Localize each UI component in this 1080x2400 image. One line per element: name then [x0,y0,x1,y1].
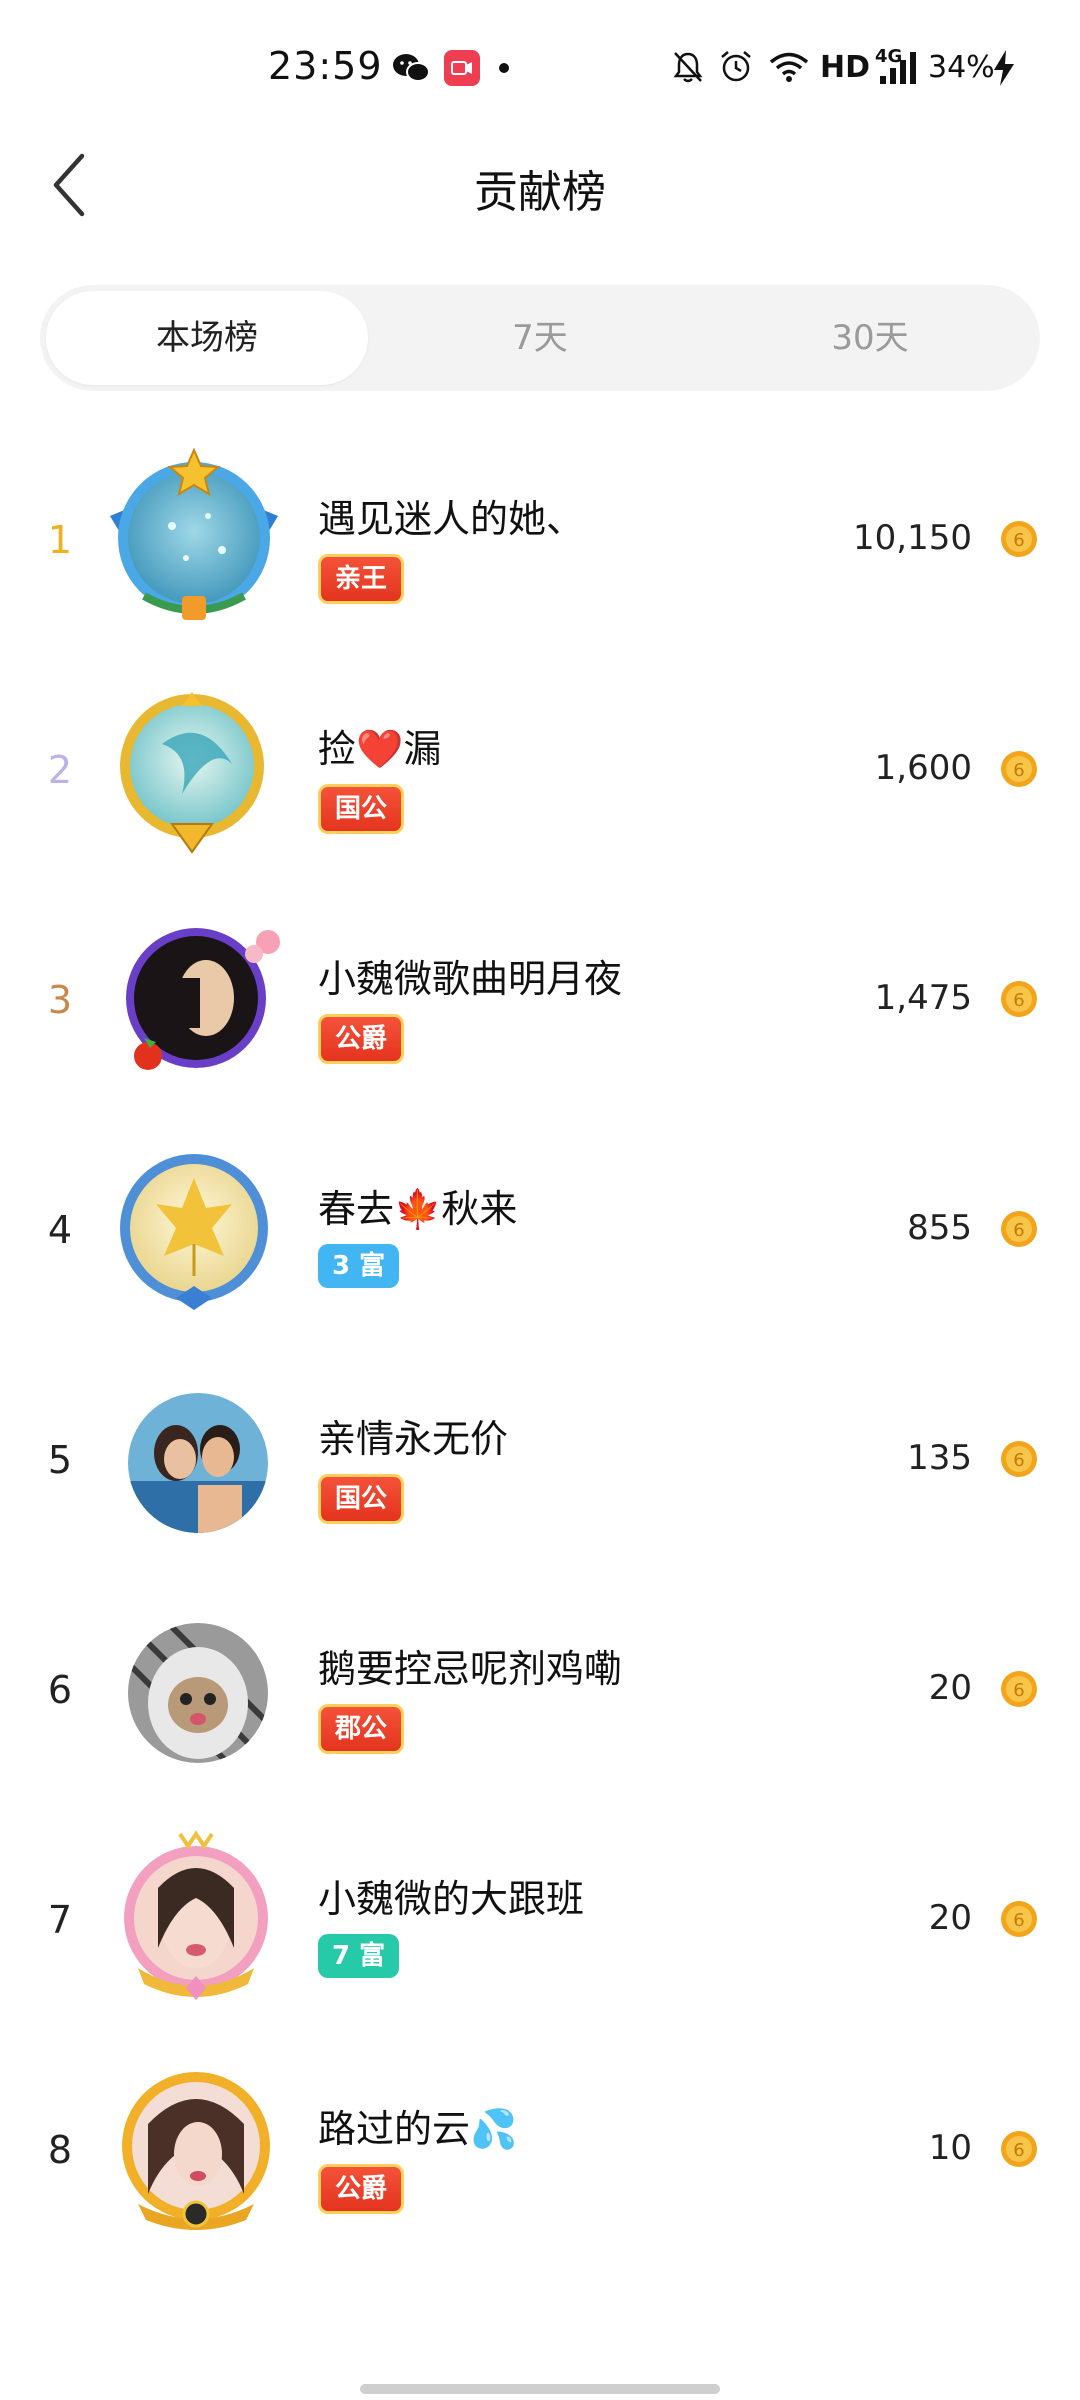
svg-text:6: 6 [1013,1910,1024,1931]
user-name: 小魏微歌曲明月夜 [318,957,623,1001]
status-time: 23:59 [268,44,383,88]
charging-icon [994,50,1014,86]
rank-number: 4 [47,1208,73,1252]
notification-dot-icon [499,63,509,73]
user-avatar[interactable] [114,1148,274,1314]
user-name: 路过的云💦 [318,2107,518,2151]
contribution-score: 10 [928,2128,972,2168]
list-item[interactable]: 2 捡❤️漏 国公 1,600 6 [0,658,1080,888]
coin-icon: 6 [1001,1671,1037,1707]
home-indicator[interactable] [360,2384,720,2394]
user-avatar[interactable] [112,684,272,854]
battery-level: 34% [928,50,995,85]
user-avatar[interactable] [118,2064,274,2234]
user-name: 春去🍁秋来 [318,1187,518,1231]
tab-7-days[interactable]: 7天 [380,285,700,391]
user-name: 捡❤️漏 [318,727,442,771]
alarm-icon [721,51,751,82]
contribution-score: 20 [928,1898,972,1938]
svg-text:6: 6 [1013,530,1024,551]
list-item[interactable]: 6 鹅要控忌呢剂鸡嘞 郡公 20 6 [0,1578,1080,1808]
user-name: 亲情永无价 [318,1417,509,1461]
coin-icon: 6 [1001,521,1037,557]
rank-number: 5 [47,1438,73,1482]
user-avatar[interactable] [118,1828,274,2008]
level-badge: 公爵 [318,1014,405,1064]
level-badge: 国公 [318,784,405,834]
contribution-score: 10,150 [853,518,972,558]
level-badge: 郡公 [318,1704,405,1754]
svg-text:6: 6 [1013,1680,1024,1701]
coin-icon: 6 [1001,2131,1037,2167]
svg-text:6: 6 [1013,1450,1024,1471]
level-badge: 亲王 [318,554,405,604]
status-bar: 23:59 HD 4G 34% [0,0,1080,120]
user-avatar[interactable] [128,1393,268,1533]
list-item[interactable]: 3 小魏微歌曲明月夜 公爵 1,475 6 [0,888,1080,1118]
contribution-score: 855 [907,1208,972,1248]
user-avatar[interactable] [104,446,284,626]
contribution-score: 1,475 [874,978,972,1018]
rank-number: 1 [47,518,73,562]
user-name: 鹅要控忌呢剂鸡嘞 [318,1647,623,1691]
rank-number: 3 [47,978,73,1022]
contribution-score: 135 [907,1438,972,1478]
svg-text:6: 6 [1013,2140,1024,2161]
user-avatar[interactable] [120,918,288,1078]
user-name: 小魏微的大跟班 [318,1877,585,1921]
coin-icon: 6 [1001,751,1037,787]
rank-number: 8 [47,2128,73,2172]
rank-number: 7 [47,1898,73,1942]
svg-text:6: 6 [1013,1220,1024,1241]
svg-text:6: 6 [1013,760,1024,781]
signal-icon [880,52,916,84]
wechat-icon [393,54,430,82]
period-tabs: 本场榜 7天 30天 [40,285,1040,391]
wifi-icon [769,52,809,82]
list-item[interactable]: 8 路过的云💦 公爵 10 6 [0,2038,1080,2268]
wealth-badge: 7 富 [318,1934,400,1978]
svg-text:6: 6 [1013,990,1024,1011]
user-name: 遇见迷人的她、 [318,497,585,541]
coin-icon: 6 [1001,1901,1037,1937]
rank-number: 2 [47,748,73,792]
tab-this-session[interactable]: 本场榜 [46,291,368,385]
coin-icon: 6 [1001,1441,1037,1477]
tab-30-days[interactable]: 30天 [710,285,1030,391]
coin-icon: 6 [1001,1211,1037,1247]
rank-number: 6 [47,1668,73,1712]
mute-bell-icon [673,52,703,83]
hd-indicator: HD [820,50,871,85]
wealth-badge: 3 富 [318,1244,400,1288]
level-badge: 国公 [318,1474,405,1524]
screen-record-icon [444,50,480,86]
list-item[interactable]: 4 春去🍁秋来 3 富 855 6 [0,1118,1080,1348]
list-item[interactable]: 1 遇见迷人的她、 亲王 10,150 6 [0,428,1080,658]
list-item[interactable]: 5 亲情永无价 国公 135 6 [0,1348,1080,1578]
level-badge: 公爵 [318,2164,405,2214]
coin-icon: 6 [1001,981,1037,1017]
page-title: 贡献榜 [474,167,606,218]
user-avatar[interactable] [128,1623,268,1763]
contribution-score: 1,600 [874,748,972,788]
contribution-score: 20 [928,1668,972,1708]
list-item[interactable]: 7 小魏微的大跟班 7 富 20 6 [0,1808,1080,2038]
